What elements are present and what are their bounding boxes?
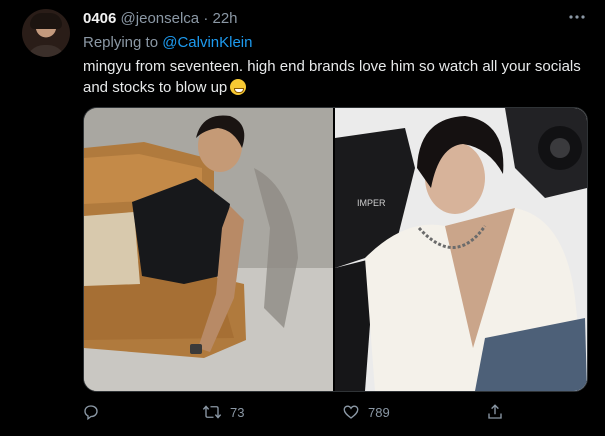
photo-left[interactable] (84, 108, 333, 391)
avatar[interactable] (22, 9, 70, 57)
avatar-shirt (26, 45, 66, 57)
header-separator: · (203, 10, 209, 27)
user-handle[interactable]: @jeonselca (121, 10, 200, 27)
heart-icon (343, 405, 359, 419)
share-icon (488, 404, 502, 419)
tweet-actions: 73 789 (0, 398, 605, 426)
grinning-face-emoji-icon (230, 79, 247, 95)
tweet-text-content: mingyu from seventeen. high end brands l… (83, 58, 581, 96)
tweet-card[interactable]: 0406 @jeonselca · 22h Replying to @Calvi… (0, 0, 605, 436)
reply-to-mention-link[interactable]: @CalvinKlein (162, 34, 252, 51)
imperial-brand-text: IMPER (357, 198, 386, 208)
retweet-button[interactable]: 73 (202, 398, 244, 426)
replying-to-label: Replying to (83, 34, 159, 51)
reply-button[interactable] (82, 398, 108, 426)
more-horizontal-icon (569, 15, 585, 19)
media-grid: IMPER (83, 107, 588, 392)
tweet-header: 0406 @jeonselca · 22h (83, 10, 238, 28)
photo-left-image (84, 108, 333, 391)
retweet-count: 73 (230, 404, 245, 420)
photo-right[interactable]: IMPER (335, 108, 587, 391)
retweet-icon (202, 405, 222, 419)
like-count: 789 (368, 404, 390, 420)
like-button[interactable]: 789 (342, 398, 390, 426)
display-name[interactable]: 0406 (83, 10, 116, 27)
avatar-hair (30, 13, 62, 29)
tweet-timestamp[interactable]: 22h (213, 10, 238, 27)
share-button[interactable] (486, 398, 512, 426)
more-options-button[interactable] (566, 9, 588, 25)
replying-to-line: Replying to @CalvinKlein (83, 34, 252, 52)
tweet-text: mingyu from seventeen. high end brands l… (83, 56, 588, 98)
reply-icon (84, 405, 98, 421)
photo-right-image: IMPER (335, 108, 587, 391)
